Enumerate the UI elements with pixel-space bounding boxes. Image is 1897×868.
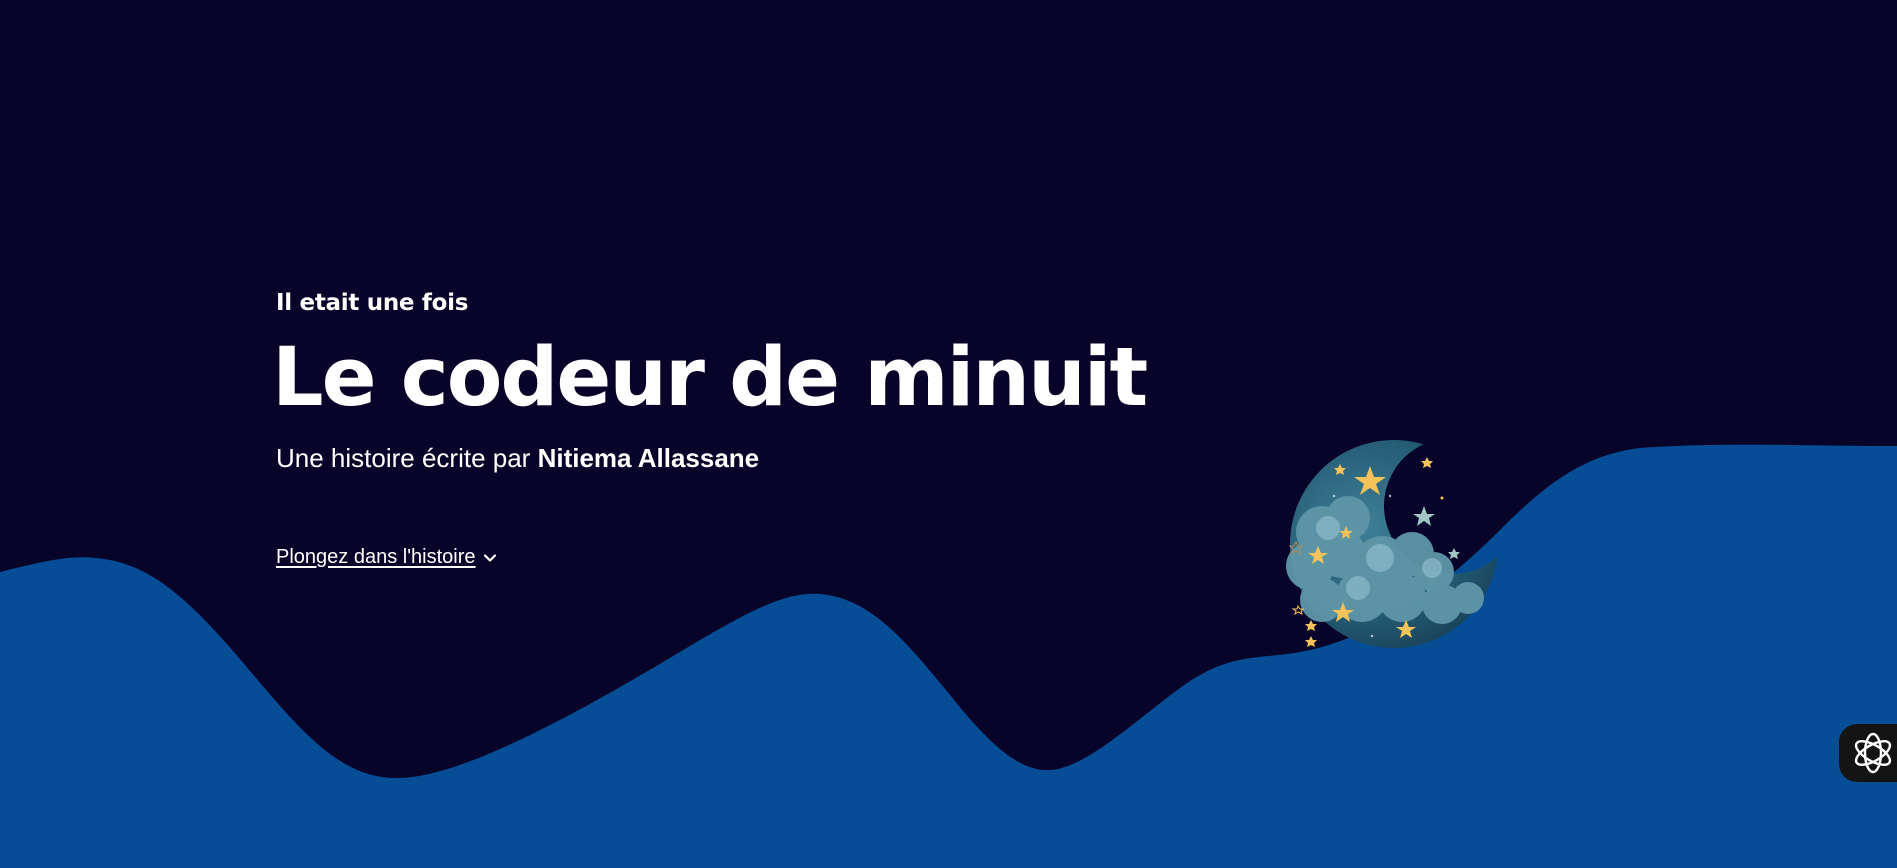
page-title: Le codeur de minuit — [272, 331, 1148, 425]
assistant-logo-icon — [1854, 732, 1892, 774]
hero-text: Il etait une fois Le codeur de minuit Un… — [272, 290, 1148, 474]
byline: Une histoire écrite par Nitiema Allassan… — [276, 443, 1146, 474]
assistant-floating-button[interactable] — [1839, 724, 1897, 782]
author-name: Nitiema Allassane — [537, 443, 760, 473]
hero-section: Il etait une fois Le codeur de minuit Un… — [0, 0, 1897, 868]
moon-clouds-stars-illustration — [1262, 436, 1516, 658]
eyebrow-text: Il etait une fois — [276, 290, 469, 316]
byline-prefix: Une histoire écrite par — [276, 443, 538, 473]
chevron-down-icon — [483, 553, 496, 562]
dive-into-story-link[interactable]: Plongez dans l'histoire — [276, 546, 498, 569]
cta-label: Plongez dans l'histoire — [276, 546, 476, 568]
